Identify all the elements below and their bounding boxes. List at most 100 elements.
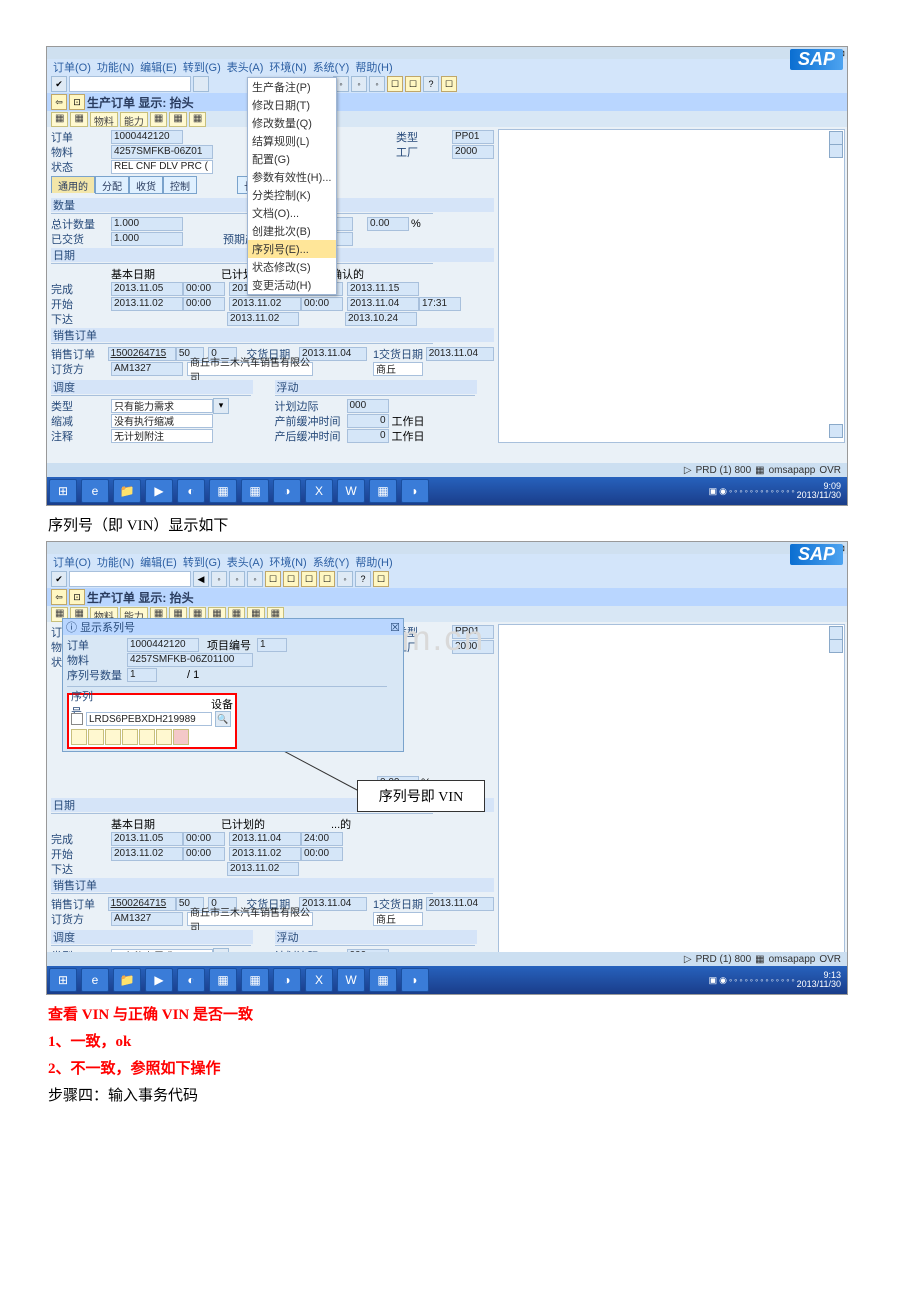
dd-item[interactable]: 文档(O)...	[248, 204, 336, 222]
menu-goto[interactable]: 转到(G)	[181, 59, 223, 75]
tool-icon[interactable]: ☐	[441, 76, 457, 92]
lbl-plant: 工厂	[396, 144, 452, 160]
pop-btn[interactable]	[71, 729, 87, 745]
windows-taskbar: ⊞ e📁▶◐▦▦◑XW▦◗ ▣◉◦◦◦◦◦◦◦◦◦◦◦◦◦ 9:132013/1…	[47, 966, 847, 994]
dd-item[interactable]: 变更活动(H)	[248, 276, 336, 294]
lbl-so: 销售订单	[51, 346, 108, 362]
ok-icon[interactable]: ✔	[51, 571, 67, 587]
excel-icon[interactable]: X	[305, 479, 333, 503]
lbl-done: 已交货	[51, 231, 111, 247]
help-icon[interactable]: ?	[423, 76, 439, 92]
status-bar: ▷PRD (1) 800▦omsapappOVR	[47, 952, 847, 966]
command-field[interactable]	[69, 76, 191, 92]
title-bar: ⇦⊡ 生产订单 显示: 抬头	[47, 588, 847, 606]
status-srv: PRD (1) 800	[696, 465, 752, 476]
tab-ctrl[interactable]: 控制	[163, 176, 197, 194]
tray-icons[interactable]: ▣◉◦◦◦◦◦◦◦◦◦◦◦◦◦	[709, 486, 795, 497]
note-vin-ok: 1、一致，ok	[48, 1030, 872, 1051]
page-title: 生产订单 显示: 抬头	[87, 589, 194, 606]
grp-sales: 销售订单	[51, 328, 494, 342]
menu-env[interactable]: 环境(N)	[267, 59, 308, 75]
ie-icon[interactable]: e	[81, 479, 109, 503]
search-icon[interactable]: 🔍	[215, 711, 231, 727]
chat-icon[interactable]: ◑	[273, 479, 301, 503]
dd-item[interactable]: 创建批次(B)	[248, 222, 336, 240]
tool-icon[interactable]: ☐	[405, 76, 421, 92]
system-toolbar: ✔ ◦ ◦ ◦ ☐ ☐ ? ☐	[47, 75, 847, 93]
tool-icon[interactable]	[193, 76, 209, 92]
scroll-down[interactable]	[829, 144, 843, 158]
dd-item[interactable]: 配置(G)	[248, 150, 336, 168]
btn-d[interactable]: ▦	[169, 112, 186, 127]
menu-sys[interactable]: 系统(Y)	[311, 59, 352, 75]
tool-icon[interactable]: ◦	[351, 76, 367, 92]
menu-head[interactable]: 表头(A)	[225, 59, 266, 75]
pop-btn-cancel[interactable]	[173, 729, 189, 745]
menu-help[interactable]: 帮助(H)	[353, 59, 394, 75]
scroll-down2[interactable]	[829, 424, 843, 438]
serial-highlight: 序列号设备 LRDS6PEBXDH219989 🔍	[67, 693, 237, 749]
btn-e[interactable]: ▦	[189, 112, 206, 127]
lbl-pct: %	[411, 218, 421, 230]
tool-icon[interactable]: ◦	[369, 76, 385, 92]
fld-done: 1.000	[111, 232, 183, 246]
player-icon[interactable]: ▶	[145, 479, 173, 503]
tool-icon[interactable]: ☐	[387, 76, 403, 92]
menu-bar[interactable]: 订单(O)功能(N)编辑(E)转到(G)表头(A)环境(N)系统(Y)帮助(H)	[47, 554, 847, 570]
fld-so[interactable]: 1500264715	[108, 347, 176, 361]
dropdown-icon[interactable]: ▾	[213, 398, 229, 414]
dd-item[interactable]: 修改日期(T)	[248, 96, 336, 114]
btn-b[interactable]: ▦	[70, 112, 87, 127]
office-icon[interactable]: ▦	[241, 479, 269, 503]
dd-item-serial[interactable]: 序列号(E)...	[248, 240, 336, 258]
menu-func[interactable]: 功能(N)	[95, 59, 136, 75]
app-icon[interactable]: ▦	[209, 479, 237, 503]
q-icon[interactable]: ◐	[177, 479, 205, 503]
btn-mat[interactable]: 物料	[90, 112, 118, 127]
info-icon: ⓘ	[66, 619, 77, 635]
lbl-fin: 完成	[51, 281, 111, 297]
scroll-up[interactable]	[829, 131, 843, 145]
nav-icon[interactable]: ⇦	[51, 94, 67, 110]
start-icon[interactable]: ⊞	[49, 479, 77, 503]
start-icon[interactable]: ⊞	[49, 968, 77, 992]
btn-c[interactable]: ▦	[150, 112, 167, 127]
btn-cap[interactable]: 能力	[120, 112, 148, 127]
menu-edit[interactable]: 编辑(E)	[138, 59, 179, 75]
serial-checkbox[interactable]	[71, 713, 83, 725]
lbl-mat: 物料	[51, 144, 111, 160]
lbl-beg: 开始	[51, 296, 111, 312]
app-toolbar: ▦ ▦ 物料 能力 ▦ ▦ ▦	[47, 111, 847, 127]
word-icon[interactable]: W	[337, 479, 365, 503]
nav-icon[interactable]: ⊡	[69, 94, 85, 110]
dd-item[interactable]: 状态修改(S)	[248, 258, 336, 276]
tab-general[interactable]: 通用的	[51, 176, 95, 193]
header-dropdown[interactable]: 生产备注(P) 修改日期(T) 修改数量(Q) 结算规则(L) 配置(G) 参数…	[247, 77, 337, 295]
grp-sched: 调度	[51, 380, 253, 394]
tab-gr[interactable]: 收货	[129, 176, 163, 194]
status-mode: OVR	[819, 465, 841, 476]
clock-date: 2013/11/30	[797, 491, 841, 500]
fld-order[interactable]: 1000442120	[111, 130, 183, 144]
dd-item[interactable]: 修改数量(Q)	[248, 114, 336, 132]
close-icon[interactable]: ☒	[390, 621, 400, 634]
btn-a[interactable]: ▦	[51, 112, 68, 127]
dd-item[interactable]: 结算规则(L)	[248, 132, 336, 150]
serial-number[interactable]: LRDS6PEBXDH219989	[86, 712, 212, 726]
col-basic: 基本日期	[111, 266, 179, 282]
dd-item[interactable]: 分类控制(K)	[248, 186, 336, 204]
command-field[interactable]	[69, 571, 191, 587]
menu-order[interactable]: 订单(O)	[51, 59, 93, 75]
dd-item[interactable]: 生产备注(P)	[248, 78, 336, 96]
note-vin-check: 查看 VIN 与正确 VIN 是否一致	[48, 1003, 872, 1024]
tab-assign[interactable]: 分配	[95, 176, 129, 194]
menu-bar[interactable]: 订单(O) 功能(N) 编辑(E) 转到(G) 表头(A) 环境(N) 系统(Y…	[47, 59, 847, 75]
fld-mat[interactable]: 4257SMFKB-06Z01	[111, 145, 213, 159]
sap-task-icon[interactable]: ◗	[401, 479, 429, 503]
app2-icon[interactable]: ▦	[369, 479, 397, 503]
windows-taskbar: ⊞ e 📁 ▶ ◐ ▦ ▦ ◑ X W ▦ ◗ ▣◉◦◦◦◦◦◦◦◦◦◦◦◦◦ …	[47, 477, 847, 505]
dd-item[interactable]: 参数有效性(H)...	[248, 168, 336, 186]
ok-icon[interactable]: ✔	[51, 76, 67, 92]
note-step4: 步骤四：输入事务代码	[48, 1084, 872, 1105]
explorer-icon[interactable]: 📁	[113, 479, 141, 503]
